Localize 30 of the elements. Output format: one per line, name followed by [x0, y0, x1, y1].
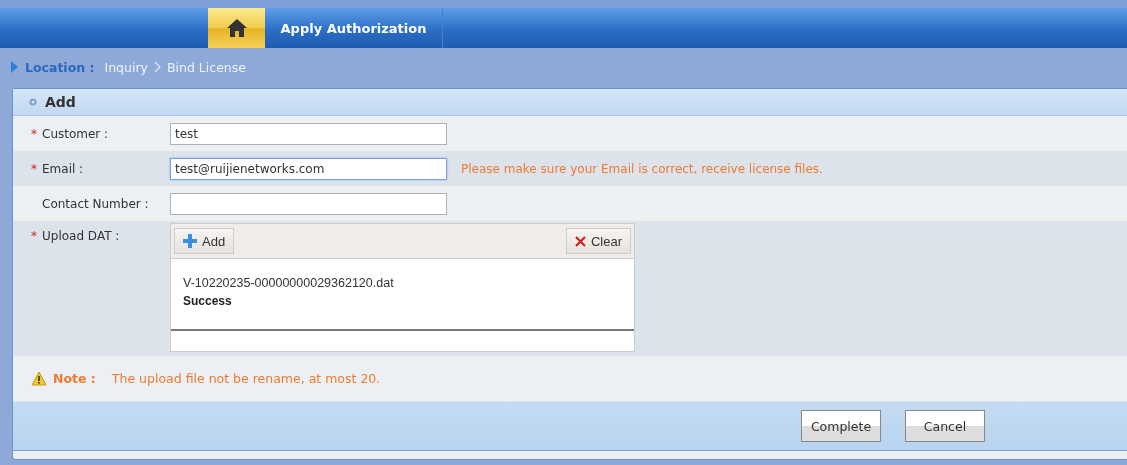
text-field[interactable]: test@ruijienetworks.com [170, 157, 447, 180]
form-button[interactable]: Complete [801, 410, 881, 442]
add-button[interactable]: Add [174, 228, 235, 254]
clear-button[interactable]: Clear [565, 228, 631, 254]
triangle-icon [10, 60, 19, 74]
text-field[interactable] [170, 192, 447, 215]
warning-icon [31, 371, 47, 386]
field-label: Customer : [42, 126, 109, 141]
panel-title: Add [45, 94, 76, 110]
nav-tab[interactable]: Apply Authorization [265, 8, 443, 48]
upload-status: Success [183, 294, 233, 308]
required-mark: * [31, 161, 38, 176]
home-icon [225, 18, 248, 38]
form-button[interactable]: Cancel [905, 410, 985, 442]
close-icon [574, 235, 586, 247]
field-label: Contact Number : [42, 196, 149, 211]
location-label: Location : [25, 59, 95, 75]
field-label: Email : [42, 161, 84, 176]
field-label: Upload DAT : [42, 229, 120, 243]
note-text: The upload file not be rename, at most 20. [111, 371, 381, 386]
home-tab[interactable] [208, 8, 265, 48]
file-name: V-10220235-00000000029362120.dat [183, 276, 395, 290]
hint-text: Please make sure your Email is correct, receive license files. [461, 161, 823, 176]
note-label: Note : [53, 371, 96, 386]
required-mark: * [31, 229, 38, 243]
bullet-icon [29, 98, 37, 106]
chevron-icon [154, 61, 161, 73]
text-field[interactable]: test [170, 122, 447, 145]
plus-icon [183, 234, 197, 248]
required-mark: * [31, 126, 38, 141]
